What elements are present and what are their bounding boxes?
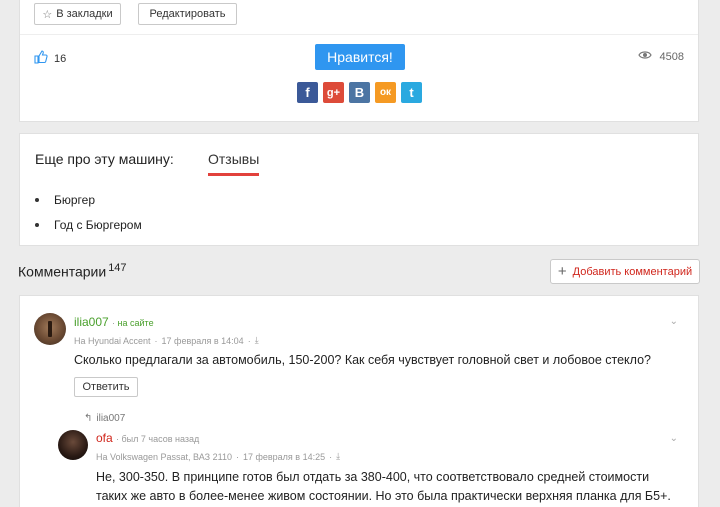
reply-to-user[interactable]: ilia007: [96, 413, 125, 424]
views-counter: 4508: [637, 50, 684, 63]
bookmark-button[interactable]: ☆ В закладки: [34, 3, 121, 25]
username[interactable]: ilia007: [74, 315, 109, 329]
thumbs-up-icon[interactable]: [34, 50, 48, 67]
separator: ·: [329, 451, 333, 462]
link-year-with-burger[interactable]: Год с Бюргером: [54, 218, 142, 232]
comment-meta: На Hyundai Accent · 17 февраля в 14:04 ·…: [74, 335, 259, 346]
facebook-icon[interactable]: f: [297, 82, 318, 103]
comments-heading: Комментарии 147: [18, 262, 127, 280]
avatar[interactable]: [58, 430, 88, 460]
reply-to[interactable]: ↰ ilia007: [84, 413, 125, 424]
more-about-car-card: Еще про эту машину: Отзывы Бюргер Год с …: [19, 133, 699, 246]
vkontakte-icon[interactable]: B: [349, 82, 370, 103]
separator: ·: [235, 451, 239, 462]
plus-icon: +: [557, 263, 567, 280]
comment-date[interactable]: 17 февраля в 14:04: [162, 336, 244, 346]
comments-card: ilia007 · на сайте На Hyundai Accent · 1…: [19, 295, 699, 507]
edit-button[interactable]: Редактировать: [138, 3, 237, 25]
add-comment-button[interactable]: + Добавить комментарий: [550, 259, 700, 284]
comment-text-line: таких же авто в более-менее живом состоя…: [96, 489, 671, 503]
eye-icon: [637, 50, 652, 63]
comment-user[interactable]: ilia007 · на сайте: [74, 315, 154, 329]
like-count-value: 16: [54, 52, 67, 65]
reply-button[interactable]: Ответить: [74, 377, 138, 397]
comments-title: Комментарии: [18, 263, 107, 280]
bullet: [35, 198, 39, 202]
comment-text: Не, 300-350. В принципе готов был отдать…: [96, 468, 696, 506]
separator: ·: [247, 335, 251, 346]
reply-label: Ответить: [82, 381, 130, 393]
chevron-down-icon[interactable]: ⌄: [670, 433, 678, 444]
comments-count: 147: [108, 262, 127, 274]
download-icon[interactable]: ⤓: [336, 451, 340, 462]
last-seen: был 7 часов назад: [121, 434, 200, 444]
google-plus-icon[interactable]: g+: [323, 82, 344, 103]
comment-text-line: Не, 300-350. В принципе готов был отдать…: [96, 470, 650, 484]
more-title: Еще про эту машину:: [35, 151, 174, 167]
divider: [20, 34, 698, 35]
reply-arrow-icon: ↰: [84, 413, 93, 424]
tab-reviews[interactable]: Отзывы: [208, 151, 260, 176]
comment-date[interactable]: 17 февраля в 14:25: [243, 452, 325, 462]
user-car[interactable]: На Hyundai Accent: [74, 336, 151, 346]
bookmark-label: В закладки: [56, 8, 113, 20]
avatar[interactable]: [34, 313, 66, 345]
separator: ·: [154, 335, 158, 346]
like-button[interactable]: Нравится!: [315, 44, 405, 70]
username[interactable]: ofa: [96, 431, 113, 445]
comment-meta: На Volkswagen Passat, ВАЗ 2110 · 17 февр…: [96, 451, 340, 462]
user-car[interactable]: На Volkswagen Passat, ВАЗ 2110: [96, 452, 232, 462]
edit-label: Редактировать: [149, 8, 226, 20]
chevron-down-icon[interactable]: ⌄: [670, 316, 678, 327]
star-icon: ☆: [42, 8, 53, 21]
download-icon[interactable]: ⤓: [255, 335, 259, 346]
odnoklassniki-icon[interactable]: ок: [375, 82, 396, 103]
comment-user[interactable]: ofa · был 7 часов назад: [96, 431, 199, 445]
bullet: [35, 223, 39, 227]
twitter-icon[interactable]: t: [401, 82, 422, 103]
online-status: на сайте: [117, 318, 154, 328]
comment-text: Сколько предлагали за автомобиль, 150-20…: [74, 353, 651, 367]
post-actions-card: ☆ В закладки Редактировать 16 Нравится! …: [19, 0, 699, 122]
list-item[interactable]: Год с Бюргером: [35, 218, 142, 232]
link-burger[interactable]: Бюргер: [54, 193, 95, 207]
share-buttons: f g+ B ок t: [297, 82, 422, 103]
add-comment-label: Добавить комментарий: [572, 265, 693, 278]
views-count-value: 4508: [659, 50, 684, 63]
like-counter[interactable]: 16: [34, 50, 66, 67]
list-item[interactable]: Бюргер: [35, 193, 95, 207]
like-button-label: Нравится!: [327, 49, 393, 65]
